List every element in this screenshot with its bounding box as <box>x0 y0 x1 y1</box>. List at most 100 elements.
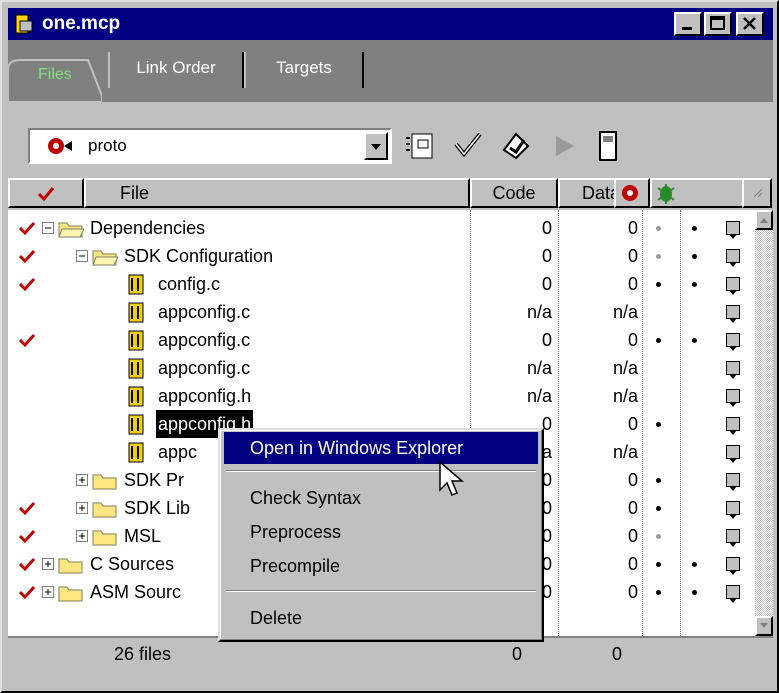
chevron-down-icon <box>729 402 737 407</box>
status-bar: 26 files 0 0 <box>8 636 773 689</box>
row-menu-button[interactable] <box>726 473 740 491</box>
tab-targets[interactable]: Targets <box>244 52 364 88</box>
row-menu-button[interactable] <box>726 305 740 323</box>
chevron-down-icon <box>371 144 381 150</box>
debug-dot[interactable] <box>692 590 697 595</box>
make-icon[interactable] <box>500 130 532 162</box>
code-size: 0 <box>541 218 552 238</box>
debug-dot[interactable] <box>692 254 697 259</box>
title-bar[interactable]: one.mcp <box>8 8 773 40</box>
data-size: 0 <box>627 414 638 434</box>
chevron-down-icon <box>729 514 737 519</box>
data-size: 0 <box>627 246 638 266</box>
target-dot[interactable] <box>656 254 661 259</box>
file-row[interactable]: config.c 0 0 <box>8 270 755 298</box>
run-icon[interactable] <box>548 130 580 162</box>
debug-dot[interactable] <box>692 282 697 287</box>
target-column-header[interactable] <box>614 178 650 208</box>
target-dot[interactable] <box>656 534 661 539</box>
file-name: ASM Sourc <box>90 582 182 602</box>
debug-dot[interactable] <box>692 338 697 343</box>
code-column-label: Code <box>492 183 536 203</box>
file-column-header[interactable]: File <box>84 178 470 208</box>
check-syntax-icon[interactable] <box>452 130 484 162</box>
scroll-down-button[interactable] <box>755 616 773 636</box>
file-row[interactable]: Dependencies 0 0 <box>8 214 755 242</box>
menu-separator <box>226 470 536 472</box>
menu-delete[interactable]: Delete <box>224 602 538 634</box>
file-name: SDK Configuration <box>124 246 274 266</box>
data-size: 0 <box>627 498 638 518</box>
file-name: appconfig.c <box>158 358 251 378</box>
debug-dot[interactable] <box>692 562 697 567</box>
file-name: Dependencies <box>90 218 206 238</box>
target-dot[interactable] <box>656 562 661 567</box>
code-size: 0 <box>541 330 552 350</box>
row-menu-button[interactable] <box>726 417 740 435</box>
arrow-up-icon <box>760 218 768 223</box>
toolbar: proto <box>8 102 773 176</box>
debug-icon[interactable] <box>592 130 624 162</box>
file-row[interactable]: appconfig.c 0 0 <box>8 326 755 354</box>
settings-icon[interactable] <box>404 130 436 162</box>
menu-check-syntax[interactable]: Check Syntax <box>224 482 538 514</box>
checkmark-icon[interactable] <box>18 584 36 612</box>
target-dot[interactable] <box>656 338 661 343</box>
target-dot[interactable] <box>656 282 661 287</box>
target-dot[interactable] <box>656 226 661 231</box>
code-size: n/a <box>526 386 552 406</box>
code-column-header[interactable]: Code <box>470 178 558 208</box>
tab-link-order[interactable]: Link Order <box>108 52 244 88</box>
code-size: n/a <box>526 302 552 322</box>
close-button[interactable] <box>736 12 764 36</box>
row-menu-button[interactable] <box>726 557 740 575</box>
column-options-button[interactable] <box>742 178 772 208</box>
target-dot[interactable] <box>656 422 661 427</box>
chevron-down-icon <box>729 598 737 603</box>
data-size: 0 <box>627 554 638 574</box>
code-size: 0 <box>541 246 552 266</box>
row-menu-button[interactable] <box>726 333 740 351</box>
row-menu-button[interactable] <box>726 529 740 547</box>
target-select[interactable]: proto <box>28 128 392 164</box>
data-size: 0 <box>627 274 638 294</box>
data-total: 0 <box>612 644 623 664</box>
arrow-down-icon <box>760 623 768 628</box>
file-row[interactable]: SDK Configuration 0 0 <box>8 242 755 270</box>
maximize-button[interactable] <box>704 12 732 36</box>
row-menu-button[interactable] <box>726 389 740 407</box>
menu-delete-label: Delete <box>250 608 303 628</box>
dropdown-button[interactable] <box>364 132 388 160</box>
expand-icon[interactable] <box>42 586 54 614</box>
window-title: one.mcp <box>42 13 121 34</box>
target-dot[interactable] <box>656 506 661 511</box>
row-menu-button[interactable] <box>726 361 740 379</box>
debug-dot[interactable] <box>692 226 697 231</box>
file-row[interactable]: appconfig.h n/a n/a <box>8 382 755 410</box>
chevron-down-icon <box>729 290 737 295</box>
menu-preprocess[interactable]: Preprocess <box>224 516 538 548</box>
menu-open-in-explorer[interactable]: Open in Windows Explorer <box>224 432 538 464</box>
row-menu-button[interactable] <box>726 585 740 603</box>
vertical-scrollbar[interactable] <box>755 210 773 636</box>
menu-precompile[interactable]: Precompile <box>224 550 538 582</box>
file-row[interactable]: appconfig.c n/a n/a <box>8 298 755 326</box>
code-size: n/a <box>526 358 552 378</box>
row-menu-button[interactable] <box>726 445 740 463</box>
row-menu-button[interactable] <box>726 501 740 519</box>
tab-targets-label: Targets <box>276 58 332 77</box>
data-size: n/a <box>612 358 638 378</box>
chevron-down-icon <box>729 318 737 323</box>
row-menu-button[interactable] <box>726 221 740 239</box>
row-menu-button[interactable] <box>726 277 740 295</box>
row-menu-button[interactable] <box>726 249 740 267</box>
check-column-header[interactable] <box>8 178 84 208</box>
target-dot[interactable] <box>656 478 661 483</box>
minimize-button[interactable] <box>674 12 702 36</box>
target-dot[interactable] <box>656 590 661 595</box>
file-row[interactable]: appconfig.c n/a n/a <box>8 354 755 382</box>
file-count: 26 files <box>114 644 172 664</box>
file-name: C Sources <box>90 554 175 574</box>
target-icon <box>48 138 72 154</box>
scroll-up-button[interactable] <box>755 210 773 230</box>
